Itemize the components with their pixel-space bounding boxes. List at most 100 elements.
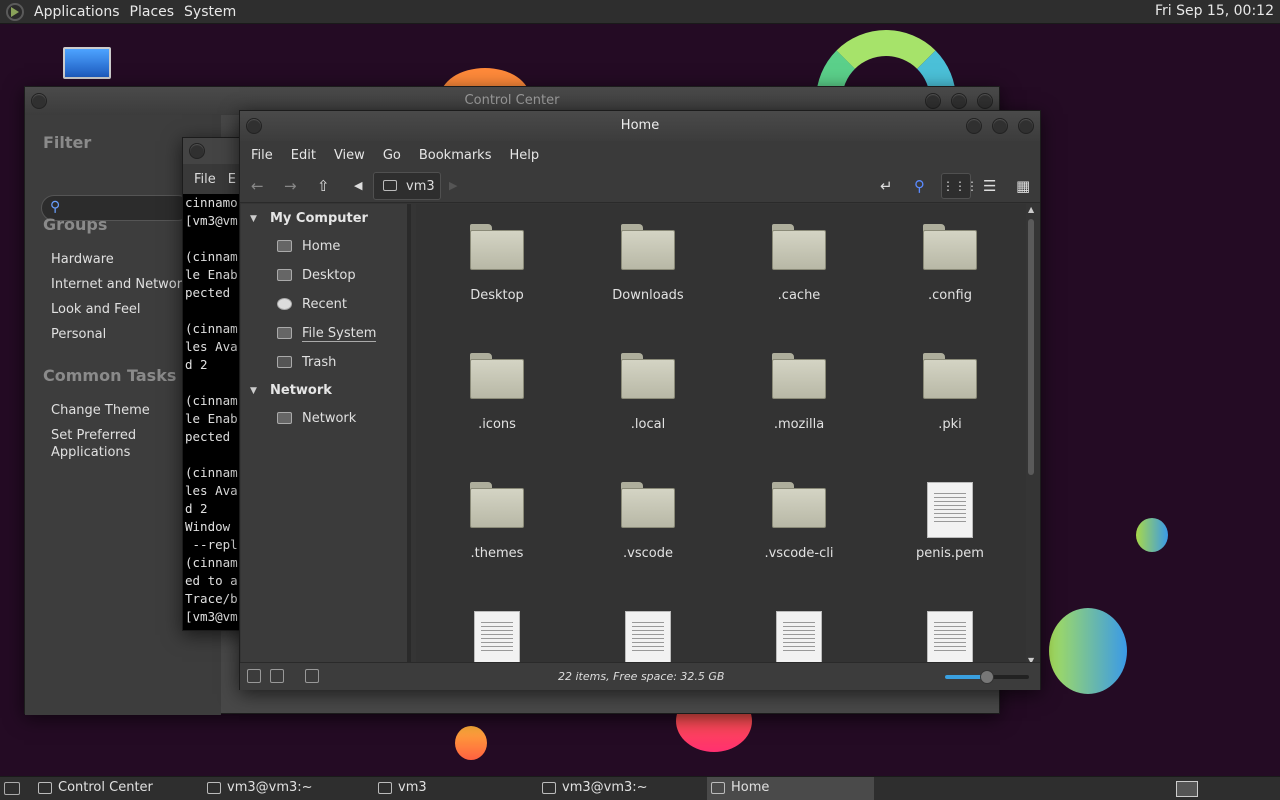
menu-edit[interactable]: Edit <box>291 148 316 163</box>
menu-view[interactable]: View <box>334 148 365 163</box>
folder-item[interactable]: .local <box>583 353 713 432</box>
computer-desktop-icon[interactable] <box>63 47 111 79</box>
toolbar: ← → ⇧ ◀ vm3 ▶ ↵ ⚲ ⋮⋮⋮ ☰ ▦ <box>240 169 1040 203</box>
item-label: .config <box>928 288 972 303</box>
toggle-location-icon[interactable]: ↵ <box>880 177 893 195</box>
menu-file[interactable]: File <box>251 148 273 163</box>
compact-view-icon[interactable]: ▦ <box>1016 177 1030 195</box>
minimize-button[interactable] <box>966 118 982 134</box>
menu-help[interactable]: Help <box>509 148 539 163</box>
item-label: .cache <box>777 288 821 303</box>
forward-icon[interactable]: → <box>284 177 297 195</box>
file-item[interactable] <box>734 611 864 662</box>
folder-item[interactable]: .vscode-cli <box>734 482 864 561</box>
task-label: Control Center <box>58 780 153 795</box>
folder-item[interactable]: Downloads <box>583 224 713 303</box>
common-tasks-heading: Common Tasks <box>43 366 177 385</box>
taskbar: Control Center vm3@vm3:~ vm3 vm3@vm3:~ H… <box>0 776 1280 800</box>
sidebar-item-trash[interactable]: Trash <box>302 355 336 370</box>
folder-item[interactable]: .vscode <box>583 482 713 561</box>
task-vm3[interactable]: vm3 <box>374 777 534 800</box>
folder-item[interactable]: .cache <box>734 224 864 303</box>
zoom-slider-knob[interactable] <box>980 670 994 684</box>
task-control-center[interactable]: Control Center <box>34 777 194 800</box>
menu-places[interactable]: Places <box>130 4 175 20</box>
group-look-and-feel[interactable]: Look and Feel <box>51 302 141 317</box>
group-personal[interactable]: Personal <box>51 327 106 342</box>
sidebar-item-file-system[interactable]: File System <box>302 326 377 342</box>
sidebar-item-recent[interactable]: Recent <box>302 297 347 312</box>
task-terminal-2[interactable]: vm3@vm3:~ <box>538 777 698 800</box>
file-manager-titlebar[interactable]: Home <box>240 111 1040 141</box>
task-home[interactable]: Home <box>707 777 874 800</box>
task-applications[interactable]: Applications <box>51 445 130 460</box>
maximize-button[interactable] <box>951 93 967 109</box>
scroll-up-icon[interactable]: ▲ <box>1028 205 1034 214</box>
file-item[interactable]: penis.pem <box>885 482 1015 561</box>
menu-bookmarks[interactable]: Bookmarks <box>419 148 492 163</box>
list-view-icon[interactable]: ☰ <box>983 177 996 195</box>
item-label: Desktop <box>470 288 524 303</box>
close-button[interactable] <box>977 93 993 109</box>
item-label: .icons <box>478 417 516 432</box>
search-icon[interactable]: ⚲ <box>914 177 925 195</box>
show-treeview-icon[interactable] <box>270 669 284 683</box>
workspace-switcher-icon[interactable] <box>1176 781 1198 797</box>
breadcrumb-right-icon[interactable]: ▶ <box>449 179 457 192</box>
item-label: .mozilla <box>773 417 825 432</box>
terminal-icon <box>542 782 556 794</box>
sidebar-item-desktop[interactable]: Desktop <box>302 268 356 283</box>
sidebar-heading-my-computer[interactable]: My Computer <box>270 211 368 226</box>
menu-logo-icon[interactable] <box>6 2 24 21</box>
clock[interactable]: Fri Sep 15, 00:12 <box>1155 3 1274 19</box>
task-set-preferred[interactable]: Set Preferred <box>51 428 136 443</box>
back-icon[interactable]: ← <box>251 177 264 195</box>
show-places-icon[interactable] <box>247 669 261 683</box>
folder-item[interactable]: .icons <box>432 353 562 432</box>
group-hardware[interactable]: Hardware <box>51 252 114 267</box>
window-title: Control Center <box>464 93 560 108</box>
scrollbar[interactable]: ▲ ▼ <box>1028 205 1036 665</box>
group-internet-network[interactable]: Internet and Network <box>51 277 190 292</box>
window-menu-icon[interactable] <box>246 118 262 134</box>
status-text: 22 items, Free space: 32.5 GB <box>558 670 725 683</box>
breadcrumb-left-icon[interactable]: ◀ <box>354 179 362 192</box>
collapse-arrow-icon[interactable]: ▼ <box>250 386 257 396</box>
collapse-arrow-icon[interactable]: ▼ <box>250 214 257 224</box>
up-icon[interactable]: ⇧ <box>317 177 330 195</box>
task-terminal-1[interactable]: vm3@vm3:~ <box>203 777 363 800</box>
file-item[interactable] <box>885 611 1015 662</box>
scrollbar-thumb[interactable] <box>1028 219 1034 475</box>
file-item[interactable] <box>432 611 562 662</box>
sidebar-heading-network[interactable]: Network <box>270 383 332 398</box>
sidebar-item-network[interactable]: Network <box>302 411 356 426</box>
menu-applications[interactable]: Applications <box>34 4 120 20</box>
task-change-theme[interactable]: Change Theme <box>51 403 150 418</box>
show-desktop-icon[interactable] <box>4 782 20 795</box>
breadcrumb-home[interactable]: vm3 <box>373 172 441 200</box>
sidebar-item-home[interactable]: Home <box>302 239 340 254</box>
maximize-button[interactable] <box>992 118 1008 134</box>
folder-item[interactable]: .mozilla <box>734 353 864 432</box>
document-icon <box>625 611 671 662</box>
icon-view-icon[interactable]: ⋮⋮⋮ <box>941 173 978 199</box>
terminal-menu-edit[interactable]: E <box>228 172 236 187</box>
folder-item[interactable]: .pki <box>885 353 1015 432</box>
window-menu-icon[interactable] <box>189 143 205 159</box>
folder-item[interactable]: Desktop <box>432 224 562 303</box>
window-title: Home <box>620 118 660 133</box>
terminal-menu-file[interactable]: File <box>194 172 216 187</box>
folder-icon <box>621 353 675 399</box>
trash-icon <box>277 356 292 368</box>
close-button[interactable] <box>1018 118 1034 134</box>
menu-go[interactable]: Go <box>383 148 401 163</box>
window-menu-icon[interactable] <box>31 93 47 109</box>
zoom-slider[interactable] <box>945 670 1029 684</box>
menu-system[interactable]: System <box>184 4 236 20</box>
folder-item[interactable]: .themes <box>432 482 562 561</box>
file-item[interactable] <box>583 611 713 662</box>
folder-item[interactable]: .config <box>885 224 1015 303</box>
item-label: .local <box>630 417 666 432</box>
minimize-button[interactable] <box>925 93 941 109</box>
hide-sidebar-icon[interactable] <box>305 669 319 683</box>
